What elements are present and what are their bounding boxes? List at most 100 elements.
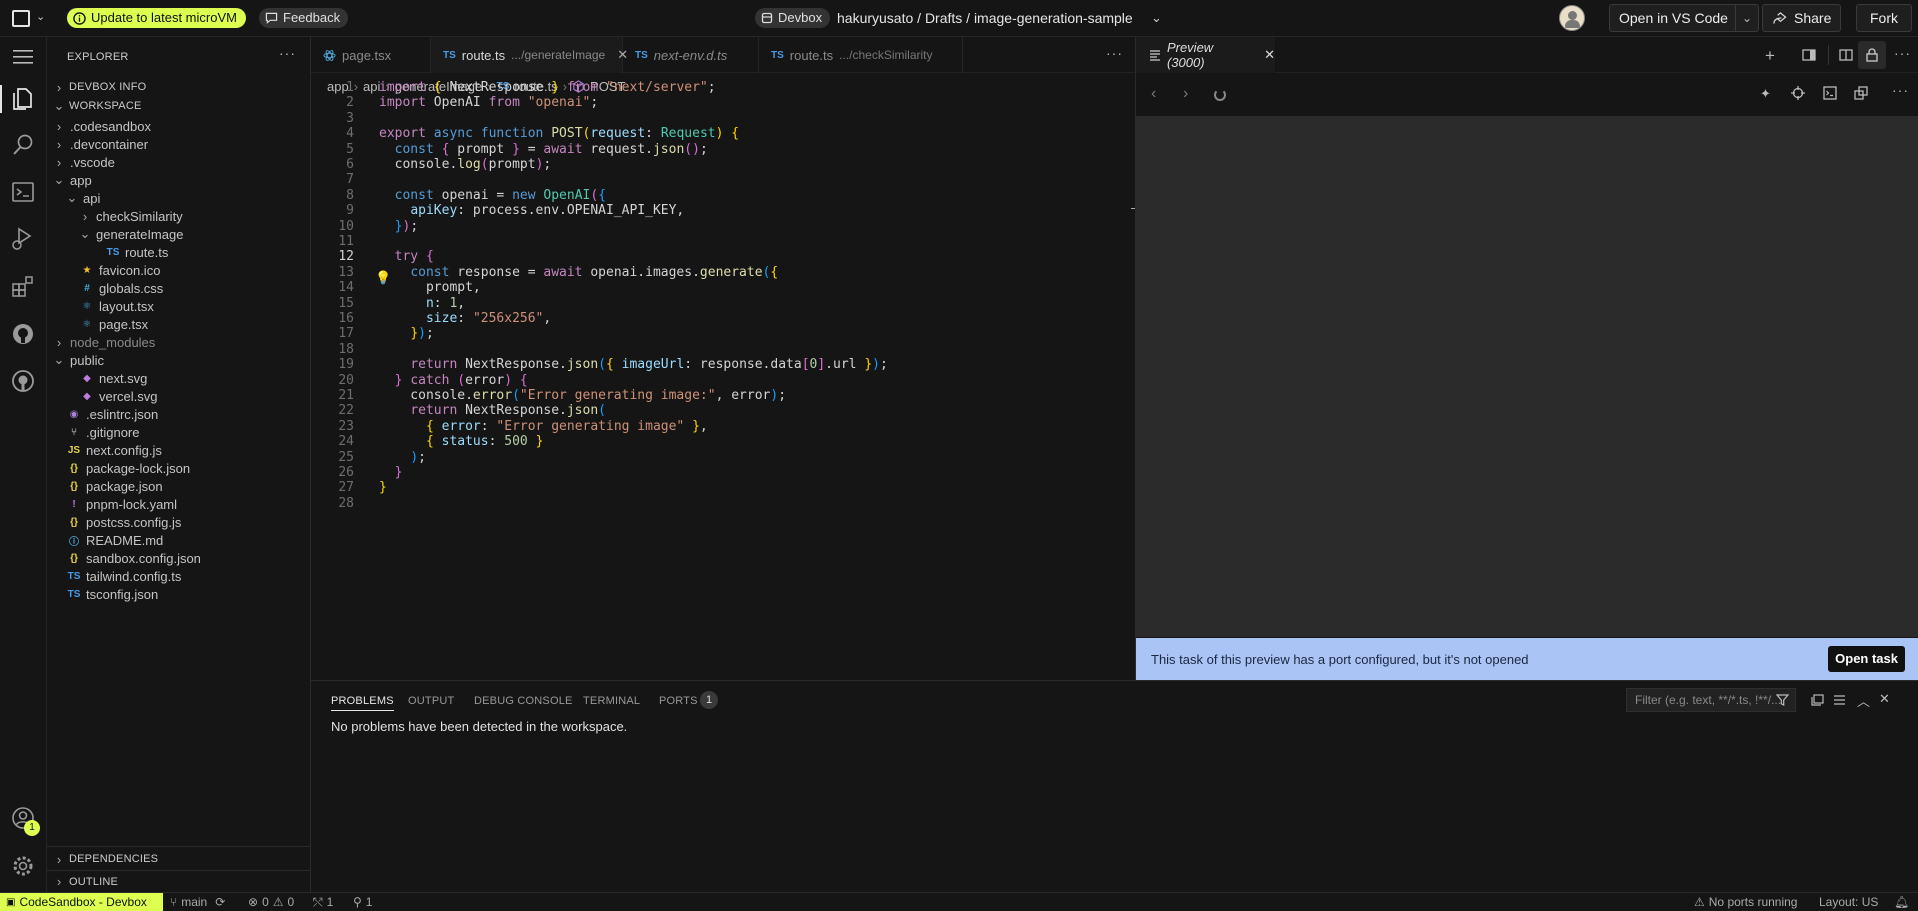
crosshair-icon[interactable] bbox=[1791, 86, 1805, 100]
tree-folder[interactable]: ⌄ app bbox=[47, 171, 311, 189]
tab-route-ts-check-similarity[interactable]: TS route.ts .../checkSimilarity bbox=[759, 37, 963, 73]
tree-file[interactable]: ◆ vercel.svg bbox=[47, 387, 311, 405]
back-arrow-icon[interactable]: ‹ bbox=[1151, 85, 1156, 103]
tree-folder[interactable]: › .devcontainer bbox=[47, 135, 311, 153]
preview-more-icon[interactable]: ··· bbox=[1894, 45, 1911, 61]
preview-viewport[interactable] bbox=[1136, 116, 1918, 637]
devbox-badge[interactable]: Devbox bbox=[755, 8, 831, 28]
tree-file[interactable]: TS tsconfig.json bbox=[47, 585, 311, 603]
logo-chevron-down-icon[interactable]: ⌄ bbox=[36, 10, 45, 23]
more-actions-icon[interactable]: ··· bbox=[279, 45, 296, 61]
tree-file[interactable]: {} package-lock.json bbox=[47, 459, 311, 477]
tree-file[interactable]: TS tailwind.config.ts bbox=[47, 567, 311, 585]
forward-arrow-icon[interactable]: › bbox=[1183, 85, 1188, 103]
tree-file[interactable]: ◆ next.svg bbox=[47, 369, 311, 387]
tree-item-label: vercel.svg bbox=[99, 388, 158, 404]
open-external-icon[interactable] bbox=[1854, 86, 1868, 100]
terminal-icon[interactable] bbox=[11, 180, 35, 204]
tree-file[interactable]: ◉ .eslintrc.json bbox=[47, 405, 311, 423]
code-area[interactable]: 1 import { NextResponse } from "next/serv… bbox=[311, 78, 1135, 618]
vscode-options-chevron-icon[interactable]: ⌄ bbox=[1734, 5, 1752, 31]
tab-route-ts-generate-image[interactable]: TS route.ts .../generateImage ✕ bbox=[431, 37, 628, 73]
branch-indicator[interactable]: ⑂ main ⟳ bbox=[170, 893, 225, 911]
editor-more-icon[interactable]: ··· bbox=[1106, 45, 1123, 61]
tree-item-label: .gitignore bbox=[86, 424, 140, 440]
tree-item-label: pnpm-lock.yaml bbox=[86, 496, 178, 512]
tab-ports[interactable]: PORTS bbox=[659, 695, 698, 707]
avatar[interactable] bbox=[1559, 5, 1585, 31]
open-task-button[interactable]: Open task bbox=[1828, 646, 1905, 672]
toggle-sidebar-icon[interactable] bbox=[1802, 49, 1816, 61]
sandbox-path[interactable]: hakuryusato / Drafts / image-generation-… bbox=[837, 10, 1133, 26]
share-button[interactable]: Share bbox=[1762, 4, 1842, 32]
dependencies-section[interactable]: › DEPENDENCIES bbox=[47, 848, 311, 870]
tree-folder[interactable]: › .vscode bbox=[47, 153, 311, 171]
lock-button[interactable] bbox=[1858, 41, 1886, 69]
search-icon[interactable] bbox=[11, 133, 35, 157]
tab-next-env-d-ts[interactable]: TS next-env.d.ts bbox=[623, 37, 759, 73]
tab-debug-console[interactable]: DEBUG CONSOLE bbox=[474, 695, 573, 707]
problems-indicator[interactable]: ⊗ 0 ⚠ 0 bbox=[248, 893, 294, 911]
workspace-section[interactable]: ⌄ WORKSPACE bbox=[47, 95, 311, 117]
filter-funnel-icon[interactable] bbox=[1776, 694, 1789, 706]
tree-folder[interactable]: ⌄ generateImage bbox=[47, 225, 311, 243]
tree-file[interactable]: {} postcss.config.js bbox=[47, 513, 311, 531]
tab-output[interactable]: OUTPUT bbox=[408, 695, 454, 707]
new-tab-plus-icon[interactable]: + bbox=[1765, 46, 1775, 66]
settings-gear-icon[interactable] bbox=[11, 854, 35, 878]
explorer-icon[interactable] bbox=[11, 86, 35, 112]
notifications-bell-icon[interactable]: 🔔︎ bbox=[1894, 893, 1909, 911]
tree-file[interactable]: # globals.css bbox=[47, 279, 311, 297]
tab-terminal[interactable]: TERMINAL bbox=[583, 695, 640, 707]
signal-indicator[interactable]: ⚲ 1 bbox=[353, 893, 372, 911]
extensions-icon[interactable] bbox=[11, 274, 35, 298]
tree-file[interactable]: ! pnpm-lock.yaml bbox=[47, 495, 311, 513]
menu-icon[interactable] bbox=[13, 50, 33, 64]
tree-folder[interactable]: ⌄ public bbox=[47, 351, 311, 369]
console-icon[interactable] bbox=[1823, 86, 1837, 100]
tab-page-tsx[interactable]: page.tsx bbox=[311, 37, 431, 73]
close-preview-icon[interactable]: ✕ bbox=[1264, 47, 1275, 63]
maximize-panel-chevron-up-icon[interactable]: ︿ bbox=[1857, 691, 1870, 710]
ports-forward-indicator[interactable]: ⤲ 1 bbox=[313, 893, 333, 911]
tree-folder[interactable]: ⌄ api bbox=[47, 189, 311, 207]
lock-icon bbox=[1866, 48, 1878, 62]
tree-file[interactable]: {} sandbox.config.json bbox=[47, 549, 311, 567]
path-chevron-down-icon[interactable]: ⌄ bbox=[1151, 10, 1162, 26]
remote-indicator[interactable]: ▣ CodeSandbox - Devbox bbox=[0, 893, 163, 911]
run-debug-icon[interactable] bbox=[10, 226, 36, 252]
open-in-vscode-button[interactable]: Open in VS Code ⌄ bbox=[1609, 4, 1760, 32]
close-panel-icon[interactable]: ✕ bbox=[1879, 691, 1890, 707]
tree-file[interactable]: TS route.ts bbox=[47, 243, 311, 261]
tree-file[interactable]: ⚛ page.tsx bbox=[47, 315, 311, 333]
github-icon[interactable] bbox=[11, 322, 35, 346]
toolbar-more-icon[interactable]: ··· bbox=[1892, 82, 1909, 98]
json-file-icon: {} bbox=[70, 480, 78, 492]
fork-button[interactable]: Fork bbox=[1856, 4, 1912, 32]
lightbulb-icon[interactable]: 💡 bbox=[375, 270, 391, 286]
sync-icon[interactable]: ⟳ bbox=[215, 895, 225, 909]
keyboard-layout[interactable]: Layout: US bbox=[1819, 893, 1878, 911]
tree-file[interactable]: ⓘ README.md bbox=[47, 531, 311, 549]
tree-file[interactable]: ⚛ layout.tsx bbox=[47, 297, 311, 315]
ports-status[interactable]: ⚠ No ports running bbox=[1694, 893, 1797, 911]
tree-folder[interactable]: › checkSimilarity bbox=[47, 207, 311, 225]
tree-file[interactable]: JS next.config.js bbox=[47, 441, 311, 459]
codesandbox-logo[interactable] bbox=[12, 10, 30, 27]
tree-folder[interactable]: › node_modules bbox=[47, 333, 311, 351]
tab-preview[interactable]: Preview (3000) ✕ bbox=[1136, 37, 1275, 73]
tree-file[interactable]: {} package.json bbox=[47, 477, 311, 495]
outline-section[interactable]: › OUTLINE bbox=[47, 870, 311, 892]
sparkle-icon[interactable]: ✦ bbox=[1760, 86, 1771, 102]
update-microvm-button[interactable]: Update to latest microVM bbox=[67, 8, 246, 28]
tree-file[interactable]: ⑂ .gitignore bbox=[47, 423, 311, 441]
problems-filter-input[interactable]: Filter (e.g. text, **/*.ts, !**/... bbox=[1626, 688, 1796, 712]
feedback-button[interactable]: Feedback bbox=[259, 8, 349, 28]
tree-folder[interactable]: › .codesandbox bbox=[47, 117, 311, 135]
tree-file[interactable]: ★ favicon.ico bbox=[47, 261, 311, 279]
split-editor-icon[interactable] bbox=[1839, 49, 1853, 61]
tab-problems[interactable]: PROBLEMS bbox=[331, 695, 394, 711]
collapse-all-icon[interactable] bbox=[1811, 694, 1824, 706]
github-alt-icon[interactable] bbox=[11, 369, 35, 393]
view-as-list-icon[interactable] bbox=[1833, 694, 1846, 706]
